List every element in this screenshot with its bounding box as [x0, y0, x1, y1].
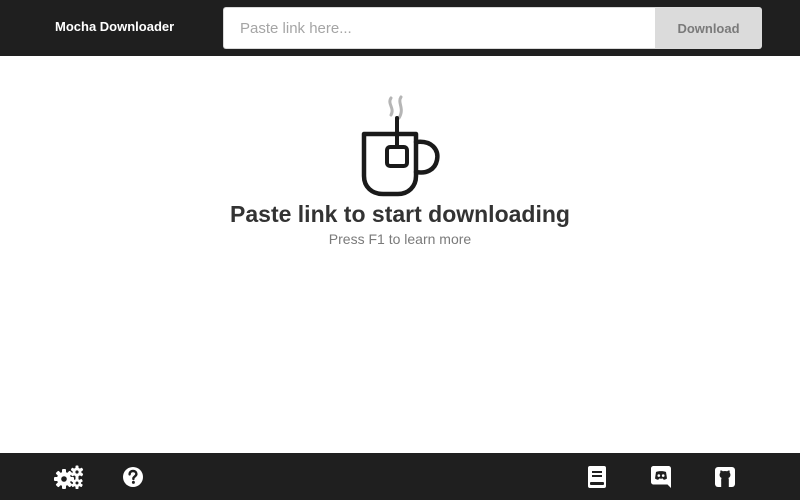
discord-icon[interactable]: [647, 464, 675, 490]
empty-state-hint: Press F1 to learn more: [328, 231, 472, 247]
app-window: Mocha Downloader Download Paste link to …: [0, 0, 800, 500]
bottom-bar: [0, 453, 800, 500]
tea-cup-icon: [361, 95, 440, 197]
empty-state-title: Paste link to start downloading: [230, 201, 570, 227]
book-icon[interactable]: [583, 464, 611, 490]
top-bar: Mocha Downloader Download: [0, 0, 800, 56]
help-circle-icon[interactable]: [119, 464, 147, 490]
github-icon[interactable]: [711, 464, 739, 490]
link-input[interactable]: [223, 7, 656, 49]
empty-state: Paste link to start downloading Press F1…: [0, 90, 800, 250]
download-button[interactable]: Download: [655, 7, 762, 49]
settings-gears-icon[interactable]: [54, 464, 84, 490]
app-title: Mocha Downloader: [55, 19, 175, 34]
